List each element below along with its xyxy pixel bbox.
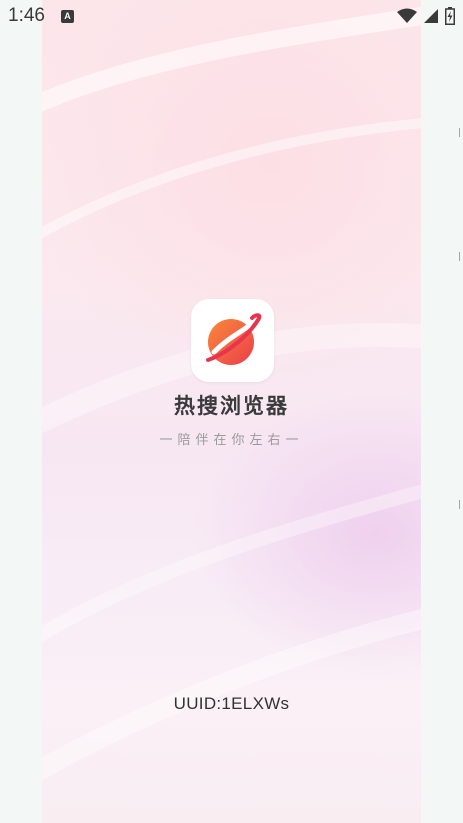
tagline: 一陪伴在你左右一 xyxy=(159,433,304,448)
edge-mark xyxy=(459,252,463,261)
planet-logo-icon xyxy=(205,312,261,365)
screen: 1:46 A 热搜浏览器 一陪伴在你左右一 UUID:1ELXWs xyxy=(0,0,463,823)
wifi-icon xyxy=(397,8,417,23)
status-time: 1:46 xyxy=(8,5,45,26)
notification-app-icon: A xyxy=(60,9,74,23)
edge-mark xyxy=(459,128,463,137)
cell-signal-icon xyxy=(424,9,438,23)
status-left: 1:46 A xyxy=(8,5,74,27)
status-bar: 1:46 A xyxy=(0,0,463,32)
battery-charging-icon xyxy=(445,7,455,25)
splash-screen: 热搜浏览器 一陪伴在你左右一 UUID:1ELXWs xyxy=(42,0,421,823)
uuid-label: UUID:1ELXWs xyxy=(173,694,290,713)
app-logo xyxy=(191,299,274,382)
edge-mark xyxy=(459,500,463,509)
app-name: 热搜浏览器 xyxy=(174,394,289,418)
status-right xyxy=(397,7,455,25)
